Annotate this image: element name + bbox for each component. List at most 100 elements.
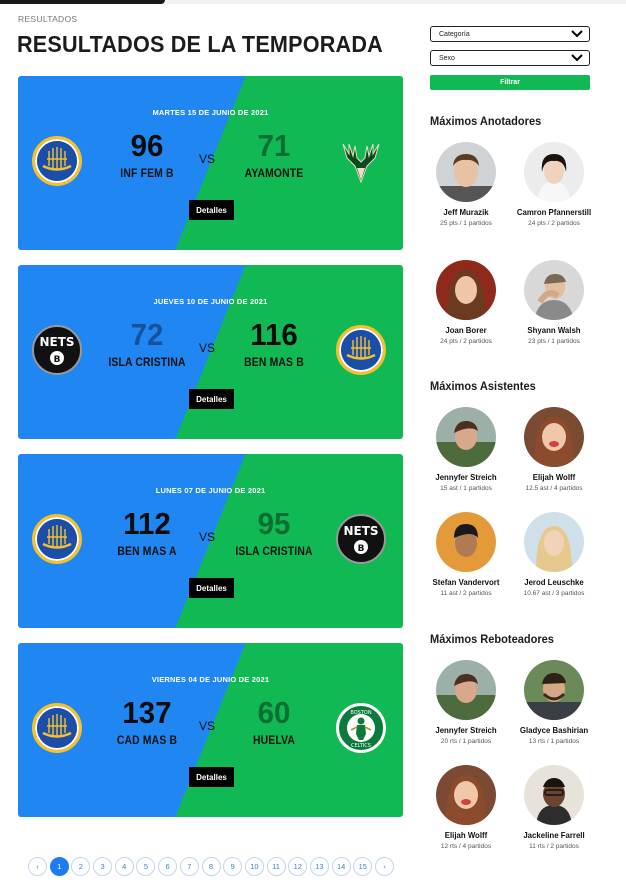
warriors-logo-icon[interactable] <box>32 514 82 564</box>
breadcrumb: RESULTADOS <box>18 14 78 24</box>
page-button-15[interactable]: 15 <box>353 857 373 876</box>
away-team-name[interactable]: AYAMONTE <box>225 168 324 180</box>
prev-page-button[interactable]: ‹ <box>28 857 47 876</box>
next-page-button[interactable]: › <box>375 857 394 876</box>
svg-text:NETS: NETS <box>39 335 74 349</box>
game-date: LUNES 07 DE JUNIO DE 2021 <box>155 486 266 495</box>
player-name: Camron Pfannerstill <box>516 207 592 217</box>
avatar <box>524 765 584 825</box>
player-name: Shyann Walsh <box>527 325 581 335</box>
svg-text:B: B <box>358 544 365 554</box>
sex-select[interactable]: Sexo <box>430 50 590 66</box>
vs-label: VS <box>199 152 216 166</box>
home-score: 137 <box>122 695 172 730</box>
player-name: Jackeline Farrell <box>523 830 585 840</box>
svg-text:NETS: NETS <box>343 524 378 538</box>
category-select[interactable]: Categoría <box>430 26 590 42</box>
home-score: 72 <box>130 317 164 352</box>
player-stat: 15 ast / 1 partidos <box>440 485 492 493</box>
home-score: 96 <box>130 128 164 163</box>
details-button[interactable]: Detalles <box>189 200 234 220</box>
player-card[interactable]: Jackeline Farrell 11 rts / 2 partidos <box>509 765 599 850</box>
page-button-10[interactable]: 10 <box>244 857 264 876</box>
filter-button[interactable]: Filtrar <box>430 75 590 90</box>
avatar <box>436 765 496 825</box>
player-stat: 11 rts / 2 partidos <box>529 843 579 851</box>
player-card[interactable]: Joan Borer 24 pts / 2 partidos <box>421 260 511 345</box>
page-button-9[interactable]: 9 <box>223 857 243 876</box>
svg-text:B: B <box>54 355 61 365</box>
avatar <box>436 660 496 720</box>
player-stat: 12.5 ast / 4 partidos <box>525 485 583 493</box>
page-button-12[interactable]: 12 <box>288 857 308 876</box>
player-card[interactable]: Elijah Wolff 12 rts / 4 partidos <box>421 765 511 850</box>
svg-text:BOSTON: BOSTON <box>350 710 371 716</box>
player-card[interactable]: Jeff Murazik 25 pts / 1 partidos <box>421 142 511 227</box>
away-score: 71 <box>257 128 291 163</box>
top-rebounders-title: Máximos Reboteadores <box>430 632 554 646</box>
celtics-logo-icon[interactable]: BOSTON CELTICS <box>336 703 386 753</box>
away-score: 95 <box>257 506 291 541</box>
svg-text:CELTICS: CELTICS <box>351 743 371 749</box>
page-button-5[interactable]: 5 <box>136 857 156 876</box>
player-stat: 20 rts / 1 partidos <box>440 738 492 746</box>
page-title: RESULTADOS DE LA TEMPORADA <box>17 31 383 57</box>
player-stat: 10.67 ast / 3 partidos <box>523 590 585 598</box>
page-button-8[interactable]: 8 <box>201 857 221 876</box>
avatar <box>436 512 496 572</box>
sex-select-value: Sexo <box>439 54 455 62</box>
player-card[interactable]: Jennyfer Streich 15 ast / 1 partidos <box>421 407 511 492</box>
page-button-4[interactable]: 4 <box>114 857 134 876</box>
away-team-name[interactable]: ISLA CRISTINA <box>225 546 324 558</box>
player-name: Stefan Vandervort <box>432 577 500 587</box>
away-score: 60 <box>257 695 291 730</box>
game-card: LUNES 07 DE JUNIO DE 2021 112 BEN MAS A … <box>18 454 403 628</box>
home-team-name[interactable]: INF FEM B <box>98 168 197 180</box>
player-name: Gladyce Bashirian <box>519 725 589 735</box>
page-button-3[interactable]: 3 <box>93 857 113 876</box>
nets-logo-icon[interactable]: NETS B <box>32 325 82 375</box>
player-card[interactable]: Jerod Leuschke 10.67 ast / 3 partidos <box>509 512 599 597</box>
player-name: Jennyfer Streich <box>435 725 497 735</box>
avatar <box>524 142 584 202</box>
nets-logo-icon[interactable]: NETS B <box>336 514 386 564</box>
bucks-logo-icon[interactable] <box>336 136 386 186</box>
page-button-13[interactable]: 13 <box>309 857 329 876</box>
games-list: MARTES 15 DE JUNIO DE 2021 96 INF FEM B … <box>18 76 403 832</box>
away-team-name[interactable]: HUELVA <box>225 735 324 747</box>
warriors-logo-icon[interactable] <box>32 136 82 186</box>
avatar <box>436 142 496 202</box>
player-card[interactable]: Gladyce Bashirian 13 rts / 1 partidos <box>509 660 599 745</box>
top-scorers-title: Máximos Anotadores <box>430 114 542 128</box>
details-button[interactable]: Detalles <box>189 389 234 409</box>
avatar <box>436 407 496 467</box>
player-name: Jennyfer Streich <box>435 472 497 482</box>
page-button-11[interactable]: 11 <box>266 857 286 876</box>
away-team-name[interactable]: BEN MAS B <box>225 357 324 369</box>
player-name: Jeff Murazik <box>443 207 489 217</box>
game-date: JUEVES 10 DE JUNIO DE 2021 <box>153 297 268 306</box>
page-button-1[interactable]: 1 <box>49 857 69 876</box>
player-card[interactable]: Jennyfer Streich 20 rts / 1 partidos <box>421 660 511 745</box>
home-score: 112 <box>123 506 171 541</box>
page-button-7[interactable]: 7 <box>179 857 199 876</box>
warriors-logo-icon[interactable] <box>336 325 386 375</box>
top-bar-accent <box>0 0 165 4</box>
avatar <box>524 512 584 572</box>
page-button-6[interactable]: 6 <box>158 857 178 876</box>
home-team-name[interactable]: CAD MAS B <box>98 735 197 747</box>
player-card[interactable]: Shyann Walsh 23 pts / 1 partidos <box>509 260 599 345</box>
home-team-name[interactable]: BEN MAS A <box>98 546 197 558</box>
details-button[interactable]: Detalles <box>189 767 234 787</box>
warriors-logo-icon[interactable] <box>32 703 82 753</box>
page-button-2[interactable]: 2 <box>71 857 91 876</box>
game-date: VIERNES 04 DE JUNIO DE 2021 <box>151 675 270 684</box>
details-button[interactable]: Detalles <box>189 578 234 598</box>
page-button-14[interactable]: 14 <box>331 857 351 876</box>
player-card[interactable]: Elijah Wolff 12.5 ast / 4 partidos <box>509 407 599 492</box>
player-card[interactable]: Stefan Vandervort 11 ast / 2 partidos <box>421 512 511 597</box>
avatar <box>524 407 584 467</box>
vs-label: VS <box>199 341 216 355</box>
home-team-name[interactable]: ISLA CRISTINA <box>98 357 197 369</box>
player-card[interactable]: Camron Pfannerstill 24 pts / 2 partidos <box>509 142 599 227</box>
